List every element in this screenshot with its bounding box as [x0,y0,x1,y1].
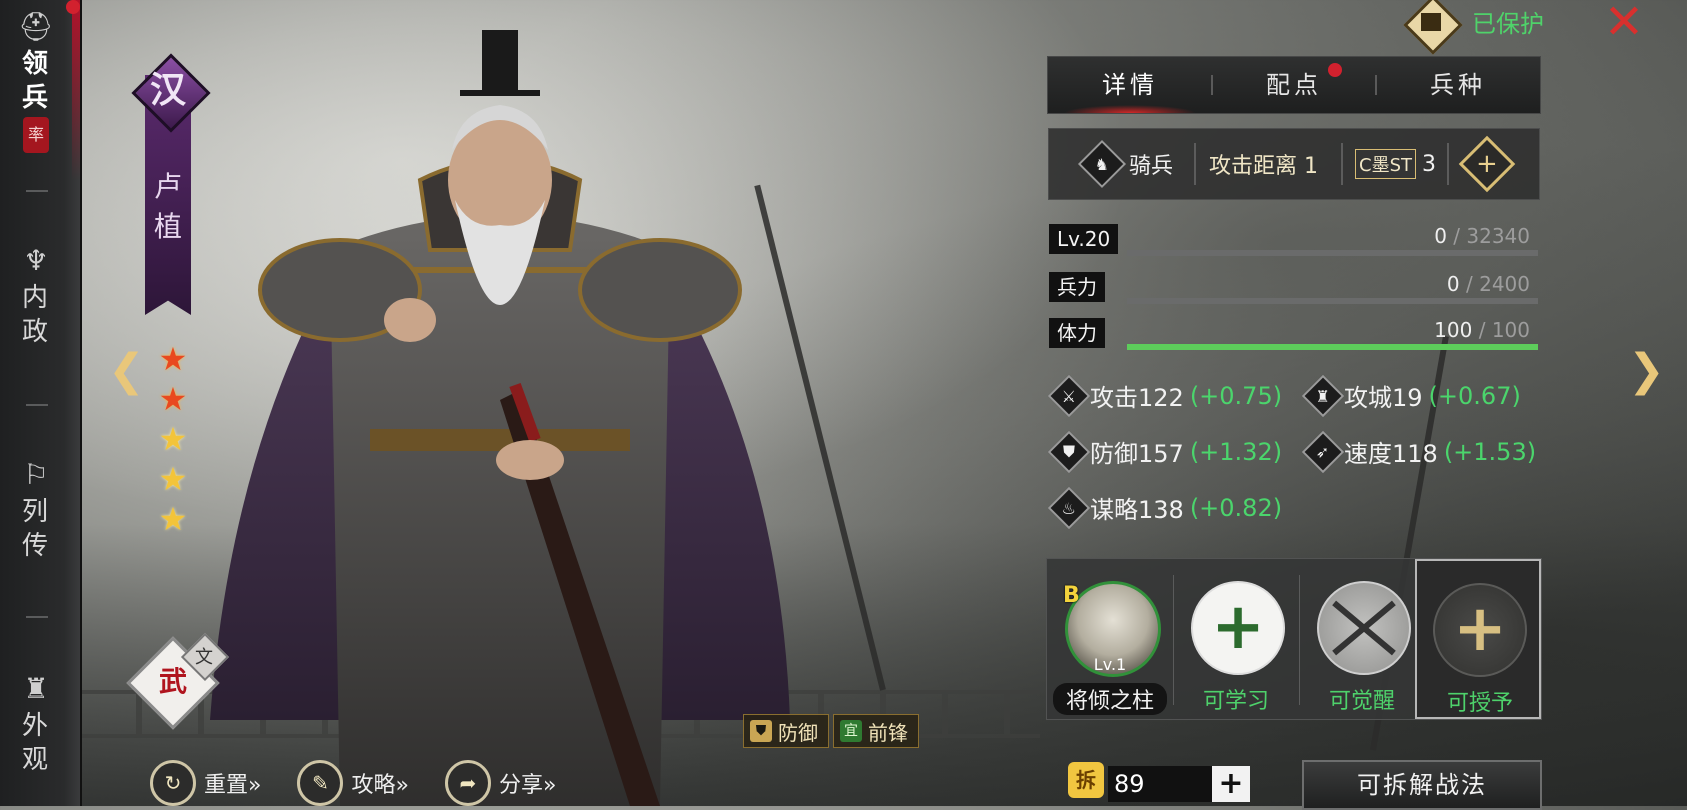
tab-troop-type[interactable]: 兵种 [1376,57,1540,113]
nav-divider [26,616,48,618]
tactic-slot-learn[interactable]: + 可学习 [1173,559,1299,719]
protect-icon-inner [1421,13,1441,31]
tab-details[interactable]: 详情 [1048,57,1212,113]
previous-hero-arrow-icon[interactable]: ❮ [108,345,145,396]
hero-name: 卢植 [153,170,182,243]
guide-button[interactable]: ✎ 攻略» [297,760,409,806]
tactic-level: Lv.1 [1093,655,1127,674]
unit-info-bar: ♞ 骑兵 攻击距离 1 C墨ST 3 + [1048,128,1540,200]
add-currency-button[interactable]: + [1212,766,1250,802]
plus-icon: + [1453,592,1507,666]
share-icon: ➦ [444,760,491,806]
cost-icon: C墨ST [1355,149,1416,179]
unit-divider [1194,143,1196,185]
tactic-name: 将倾之柱 [1053,683,1167,715]
grant-tactic-button[interactable]: + [1433,583,1527,677]
guide-icon: ✎ [297,760,344,806]
unit-cost: C墨ST 3 [1355,129,1436,199]
nav-item-domestic[interactable]: ♆ 内政 [0,244,72,349]
stat-track [1127,250,1538,256]
attribute-attack: ⚔ 攻击122 (+0.75) [1047,374,1282,417]
castle-icon: ♜ [1301,374,1345,417]
seal-icon: 率 [23,117,49,153]
stat-track [1127,298,1538,304]
attribute-defense: ⛊ 防御157 (+1.32) [1047,430,1282,473]
hero-type-sub: 文 [195,647,213,668]
attribute-strategy: ♨ 谋略138 (+0.82) [1047,486,1282,529]
plus-icon: + [1211,590,1265,664]
disassemble-tactics-button[interactable]: 可拆解战法 [1302,760,1542,810]
scroll-icon: ⚐ [23,458,49,491]
nav-active-indicator [72,0,80,180]
flame-icon: ♨ [1047,486,1091,529]
stat-troops: 兵力 0 / 2400 [1049,272,1538,306]
stat-track [1127,344,1538,350]
tab-divider [1375,75,1377,95]
star-icon-awakened: ★ [158,380,188,418]
star-icon-awakened: ★ [158,340,188,378]
attack-range: 攻击距离 1 [1209,154,1318,179]
role-tag-defense: ⛊ 防御 [743,714,829,748]
tactic-grade: B [1063,583,1080,608]
reset-icon: ↻ [150,760,196,806]
nav-item-appearance[interactable]: ♜ 外观 [0,672,72,777]
nav-item-lead-troops[interactable]: ⛑ 领兵 率 [0,10,72,153]
faction-banner: 汉 卢植 [131,53,211,325]
tab-divider [1211,75,1213,95]
nav-divider [26,190,48,192]
share-button[interactable]: ➦ 分享» [444,760,556,806]
learn-tactic-button[interactable]: + [1191,581,1285,675]
nav-item-biography[interactable]: ⚐ 列传 [0,458,72,563]
role-tags: ⛊ 防御 宜 前锋 [743,714,919,748]
tab-allocate-points[interactable]: 配点 [1212,57,1376,113]
left-nav: ⛑ 领兵 率 ♆ 内政 ⚐ 列传 ♜ 外观 [0,0,82,806]
reset-button[interactable]: ↻ 重置» [150,760,261,806]
next-hero-arrow-icon[interactable]: ❯ [1628,345,1665,396]
stat-stamina: 体力 100 / 100 [1049,318,1538,352]
awaken-tactic-button[interactable] [1317,581,1411,675]
boot-icon: ➶ [1301,430,1345,473]
tactic-slot-grant[interactable]: + 可授予 [1415,559,1541,719]
sword-icon: ⚔ [1047,374,1091,417]
unit-add[interactable]: + [1458,129,1516,199]
shield-icon: ⛊ [1047,430,1091,473]
stat-fill [1127,344,1538,350]
troop-type: ♞ 骑兵 [1077,129,1173,199]
unit-divider [1341,143,1343,185]
star-icon: ★ [158,420,188,458]
notification-dot [1328,63,1342,77]
tactic-fragment-count: 89 [1108,766,1212,802]
faction-label: 汉 [149,69,186,111]
hero-portrait [210,30,790,806]
tactic-slot-awaken[interactable]: 可觉醒 [1299,559,1425,719]
armor-icon: ♜ [23,672,49,705]
tactic-slot-innate[interactable]: B Lv.1 将倾之柱 [1047,559,1173,719]
add-icon[interactable]: + [1458,135,1516,193]
star-rating: ★ ★ ★ ★ ★ [156,342,190,542]
protect-status[interactable]: 已保护 [1472,4,1544,39]
attribute-siege: ♜ 攻城19 (+0.67) [1301,374,1521,417]
attribute-speed: ➶ 速度118 (+1.53) [1301,430,1536,473]
stat-level: Lv.20 0 / 32340 [1049,224,1538,258]
tactics-panel: B Lv.1 将倾之柱 + 可学习 可觉醒 + 可授予 [1046,558,1542,720]
shield-icon: ⛊ [750,720,772,742]
star-icon: ★ [158,460,188,498]
star-icon: ★ [158,500,188,538]
nav-divider [26,404,48,406]
helmet-icon: ⛑ [18,10,54,43]
fountain-icon: ♆ [23,244,49,277]
unit-divider [1447,143,1449,185]
cavalry-icon: ♞ [1077,139,1127,189]
bottom-actions: ↻ 重置» ✎ 攻略» ➦ 分享» [150,760,556,806]
detail-tabs: 详情 配点 兵种 [1047,56,1541,114]
tactic-fragment-icon: 拆 [1068,762,1104,798]
role-tag-vanguard: 宜 前锋 [833,714,919,748]
close-icon[interactable]: ✕ [1600,0,1648,46]
suitable-icon: 宜 [840,720,862,742]
